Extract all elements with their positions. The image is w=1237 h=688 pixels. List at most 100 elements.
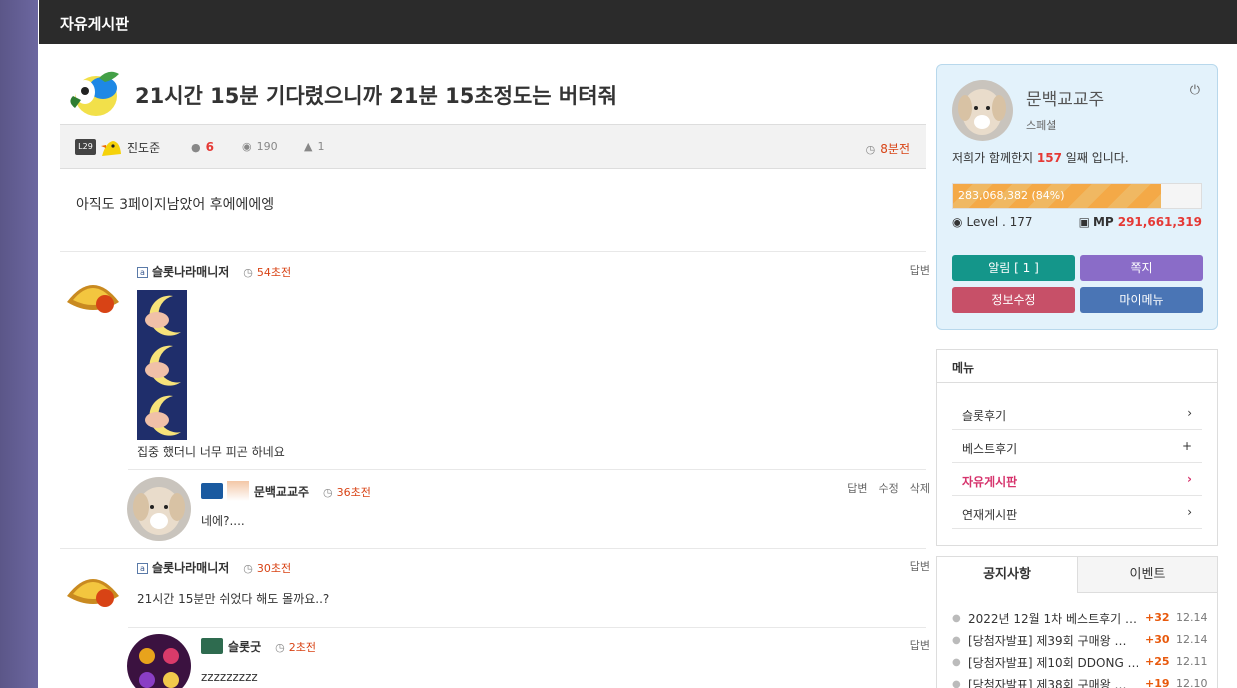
days-count: 157 (1036, 151, 1062, 165)
comment-text: zzzzzzzzz (201, 670, 258, 684)
menu-item-free-board[interactable]: 자유게시판 › (952, 463, 1202, 496)
clock-icon: ◷ (243, 562, 253, 575)
menu-item-label: 슬롯후기 (962, 409, 1007, 423)
eye-icon: ◉ (242, 140, 252, 153)
comment-header: a 슬롯나라매니저 ◷ 54초전 (137, 263, 291, 280)
days-together: 저희가 함께한지 157 일째 입니다. (952, 149, 1129, 166)
tab-event[interactable]: 이벤트 (1078, 557, 1217, 593)
menu-header: 메뉴 (937, 350, 1217, 383)
post-area: 21시간 15분 기다렸으니까 21분 15초정도는 버텨줘 L29 진도준 ●… (39, 44, 930, 688)
comment-actions: 답변 (899, 637, 930, 653)
comment-text: 21시간 15분만 쉬었다 해도 몰까요..? (137, 592, 330, 606)
menu-item-serial-board[interactable]: 연재게시판 › (952, 496, 1202, 529)
post-time: ◷ 8분전 (866, 140, 910, 157)
mp-info: ▣ MP 291,661,319 (1079, 215, 1202, 229)
chevron-right-icon: › (1187, 505, 1192, 519)
profile-mini-icon (226, 481, 249, 501)
notice-item[interactable]: ● [당첨자발표] 제10회 DDONG … +25 12.11 (952, 654, 1208, 674)
clock-icon: ◷ (323, 486, 333, 499)
notice-date: 12.14 (1176, 611, 1208, 624)
menu-title: 메뉴 (952, 361, 975, 375)
tab-notice[interactable]: 공지사항 (937, 557, 1078, 593)
power-icon[interactable]: ⏻ (1190, 83, 1200, 98)
comment-author[interactable]: 슬롯나라매니저 (152, 265, 229, 279)
slot-game-avatar (127, 634, 191, 688)
comment-time: ◷ 30초전 (243, 562, 291, 575)
menu-item-label: 베스트후기 (962, 442, 1018, 456)
profile-role: 스페셜 (1026, 119, 1057, 132)
comment-author[interactable]: 문백교교주 (254, 485, 309, 499)
notice-date: 12.10 (1176, 677, 1208, 688)
post-title: 21시간 15분 기다렸으니까 21분 15초정도는 버텨줘 (135, 84, 617, 108)
comment-author[interactable]: 슬롯굿 (228, 640, 261, 654)
comment-count: ● 6 (191, 140, 214, 154)
view-count-value: 190 (256, 140, 278, 153)
notice-item[interactable]: ● [당첨자발표] 제38회 구매왕 … +19 12.10 (952, 676, 1208, 688)
menu-item-label: 연재게시판 (962, 508, 1018, 522)
notice-item[interactable]: ● 2022년 12월 1차 베스트후기 … +32 12.14 (952, 610, 1208, 630)
comment-actions: 답변 (899, 262, 930, 278)
comment-time-value: 2초전 (288, 641, 316, 654)
reply-button[interactable]: 답변 (910, 264, 930, 277)
post-meta-bar: L29 진도준 ● 6 ◉ 190 ▲ 1 ◷ 8분전 (60, 124, 926, 169)
speech-bubble-icon: ● (952, 613, 961, 624)
reply-button[interactable]: 답변 (910, 639, 930, 652)
comment-time-value: 36초전 (336, 486, 371, 499)
notice-date: 12.14 (1176, 633, 1208, 646)
comment-text: 네에?.... (201, 514, 245, 528)
chick-icon (101, 141, 121, 156)
alarm-button[interactable]: 알림 [ 1 ] (952, 255, 1075, 281)
slotnara-logo-avatar (63, 558, 123, 618)
sleeping-emoticon-image (137, 290, 187, 440)
comment-time: ◷ 36초전 (323, 486, 371, 499)
plus-icon: + (1181, 439, 1192, 453)
moon-sheep-icon (145, 295, 181, 436)
post-author[interactable]: 진도준 (127, 139, 160, 156)
edit-profile-button[interactable]: 정보수정 (952, 287, 1075, 313)
delete-button[interactable]: 삭제 (910, 482, 930, 495)
exp-progress-bar: 283,068,382 (84%) (952, 183, 1202, 209)
reply-button[interactable]: 답변 (910, 560, 930, 573)
my-menu-button[interactable]: 마이메뉴 (1080, 287, 1203, 313)
level-icon (201, 483, 223, 499)
notice-title: 2022년 12월 1차 베스트후기 … (968, 612, 1138, 626)
comment-author[interactable]: 슬롯나라매니저 (152, 561, 229, 575)
notice-count: +30 (1145, 633, 1170, 646)
profile-name: 문백교교주 (1026, 90, 1105, 110)
notice-count: +25 (1145, 655, 1170, 668)
days-prefix: 저희가 함께한지 (952, 151, 1037, 165)
clock-icon: ◷ (243, 266, 253, 279)
speech-bubble-icon: ● (952, 657, 961, 668)
divider (128, 469, 926, 470)
view-count: ◉ 190 (242, 140, 278, 153)
user-circle-icon: ◉ (952, 215, 963, 229)
notice-count: +19 (1145, 677, 1170, 688)
notice-item[interactable]: ● [당첨자발표] 제39회 구매왕 … +30 12.14 (952, 632, 1208, 652)
message-button[interactable]: 쪽지 (1080, 255, 1203, 281)
menu-panel: 메뉴 슬롯후기 › 베스트후기 + 자유게시판 › 연재게시판 › (936, 349, 1218, 546)
slotnara-logo-avatar (63, 264, 123, 324)
comment-time-value: 30초전 (256, 562, 292, 575)
post-time-value: 8분전 (880, 142, 910, 156)
menu-item-best-review[interactable]: 베스트후기 + (952, 430, 1202, 463)
reply-button[interactable]: 답변 (847, 482, 867, 495)
clock-icon: ◷ (865, 143, 876, 156)
edit-button[interactable]: 수정 (879, 482, 899, 495)
top-bar: 자유게시판 (39, 0, 1237, 44)
app-window: 자유게시판 21시간 15분 기다렸으니까 21분 15초정도는 버텨줘 L29… (39, 0, 1237, 688)
comment-header: 문백교교주 ◷ 36초전 (201, 481, 371, 501)
days-suffix: 일째 입니다. (1061, 151, 1129, 165)
notice-title: [당첨자발표] 제10회 DDONG … (968, 656, 1138, 670)
comment-actions: 답변 수정 삭제 (836, 480, 930, 496)
board-title[interactable]: 자유게시판 (60, 13, 129, 34)
notice-date: 12.11 (1176, 655, 1208, 668)
menu-item-slot-review[interactable]: 슬롯후기 › (952, 397, 1202, 430)
thumbs-up-icon: ▲ (304, 140, 313, 153)
comment-actions: 답변 (899, 558, 930, 574)
profile-card: 문백교교주 스페셜 ⏻ 저희가 함께한지 157 일째 입니다. 283,068… (936, 64, 1218, 330)
notice-title: [당첨자발표] 제38회 구매왕 … (968, 678, 1127, 688)
chevron-right-icon: › (1187, 472, 1192, 486)
like-count[interactable]: ▲ 1 (304, 140, 324, 153)
exp-text: 283,068,382 (84%) (958, 189, 1065, 202)
comment-header: 슬롯굿 ◷ 2초전 (201, 638, 316, 655)
